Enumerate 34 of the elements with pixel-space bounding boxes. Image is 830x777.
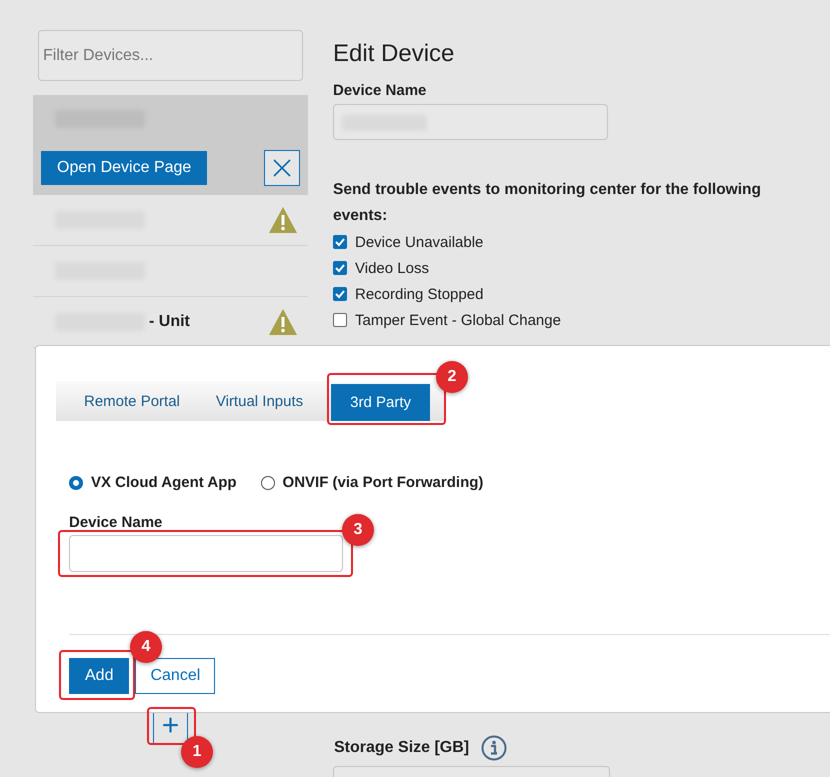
checkbox[interactable] <box>333 287 347 301</box>
radio-label: ONVIF (via Port Forwarding) <box>282 474 484 491</box>
checkbox[interactable] <box>333 313 347 327</box>
field-label: Device Name <box>333 82 428 99</box>
events-heading: Send trouble events to monitoring center for the following events: <box>333 180 762 226</box>
close-button[interactable] <box>264 150 300 186</box>
open-device-button[interactable]: Open Device Page <box>41 151 208 185</box>
field-label: Device Name <box>69 514 162 531</box>
cancel-button[interactable]: Cancel <box>135 658 216 694</box>
filter-field[interactable]: Filter Devices... <box>38 30 303 81</box>
device-list-item[interactable]: Open Device Page <box>33 95 308 195</box>
device-name-field[interactable] <box>69 535 343 572</box>
device-label: - Unit <box>149 313 190 331</box>
checkbox[interactable] <box>333 261 347 275</box>
checkbox-label: Tamper Event - Global Change <box>355 312 561 328</box>
add-button[interactable]: Add <box>69 658 130 694</box>
radio-button[interactable] <box>260 476 275 490</box>
tab[interactable]: Virtual Inputs <box>208 382 312 420</box>
step-badge: 1 <box>181 736 213 768</box>
tab[interactable]: 3rd Party <box>331 384 430 421</box>
tab[interactable]: Remote Portal <box>76 382 188 420</box>
warning-icon <box>268 308 298 336</box>
page-title: Edit Device <box>333 40 456 68</box>
field-label: Storage Size [GB] <box>334 739 470 757</box>
checkbox[interactable] <box>333 235 347 249</box>
checkbox-label: Device Unavailable <box>355 234 484 250</box>
info-icon <box>481 735 508 761</box>
checkbox-label: Recording Stopped <box>355 286 484 302</box>
close-icon <box>272 158 292 178</box>
radio-button[interactable] <box>69 476 83 490</box>
radio-label: VX Cloud Agent App <box>91 474 237 491</box>
checkbox-label: Video Loss <box>355 260 429 276</box>
warning-icon <box>268 206 298 234</box>
device-name-field[interactable] <box>333 104 608 140</box>
